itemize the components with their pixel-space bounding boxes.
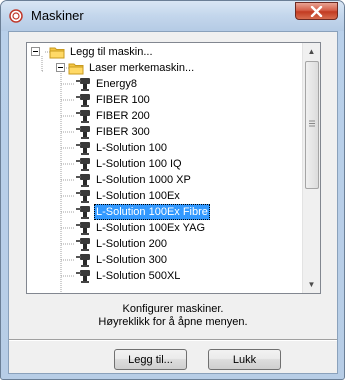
laser-machine-icon — [76, 142, 90, 155]
laser-machine-icon — [76, 94, 90, 107]
app-icon — [9, 9, 23, 23]
machine-label: L-Solution 1000 XP — [96, 174, 191, 186]
machine-tree[interactable]: Legg til maskin... Laser merkemaskin... … — [26, 42, 321, 294]
machine-label: FIBER 200 — [96, 110, 150, 122]
machine-label: L-Solution 200 — [96, 238, 167, 250]
title-bar[interactable]: Maskiner — [1, 1, 344, 31]
tree-node-label: Legg til maskin... — [70, 46, 153, 58]
group-collapse-toggle[interactable] — [56, 63, 65, 72]
machine-label: FIBER 100 — [96, 94, 150, 106]
laser-machine-icon — [76, 222, 90, 235]
close-button[interactable]: Lukk — [208, 349, 281, 370]
laser-machine-icon — [76, 158, 90, 171]
scroll-up-arrow-icon[interactable]: ▲ — [303, 43, 320, 60]
laser-machine-icon — [76, 254, 90, 267]
separator — [9, 339, 337, 341]
laser-machine-icon — [76, 174, 90, 187]
info-line-1: Konfigurer maskiner. — [122, 303, 224, 315]
scroll-down-arrow-icon[interactable]: ▼ — [303, 276, 320, 293]
close-icon — [310, 6, 323, 17]
dialog-body: Legg til maskin... Laser merkemaskin... … — [8, 31, 338, 374]
laser-machine-icon — [76, 110, 90, 123]
grip-icon — [309, 120, 315, 127]
machine-label: FIBER 300 — [96, 126, 150, 138]
machine-label: Energy8 — [96, 78, 137, 90]
machine-label: L-Solution 100 IQ — [96, 158, 182, 170]
tree-node-label: Laser merkemaskin... — [89, 62, 195, 74]
machine-label: L-Solution 100 — [96, 142, 167, 154]
close-window-button[interactable] — [295, 2, 338, 20]
machine-label: L-Solution 100Ex — [96, 190, 180, 202]
info-line-2: Høyreklikk for å åpne menyen. — [98, 316, 248, 328]
scrollbar-thumb[interactable] — [305, 61, 319, 189]
laser-machine-icon — [76, 126, 90, 139]
laser-machine-icon — [76, 190, 90, 203]
laser-machine-icon — [76, 238, 90, 251]
machine-label: L-Solution 100Ex Fibre — [94, 204, 210, 220]
add-button[interactable]: Legg til... — [114, 349, 187, 370]
tree-vertical-scrollbar[interactable]: ▲ ▼ — [302, 43, 320, 293]
machine-label: L-Solution 300 — [96, 254, 167, 266]
machine-label: L-Solution 100Ex YAG — [96, 222, 206, 234]
laser-machine-icon — [76, 206, 90, 219]
folder-icon — [49, 47, 65, 59]
laser-machine-icon — [76, 78, 90, 91]
laser-machine-icon — [76, 270, 90, 283]
machine-label: L-Solution 500XL — [96, 270, 181, 282]
folder-icon — [68, 63, 84, 75]
root-collapse-toggle[interactable] — [31, 47, 40, 56]
info-text: Konfigurer maskiner. Høyreklikk for å åp… — [9, 303, 337, 329]
window-title: Maskiner — [31, 8, 84, 23]
maskiner-dialog: Maskiner Legg til maskin... Laser merkem… — [0, 0, 345, 380]
